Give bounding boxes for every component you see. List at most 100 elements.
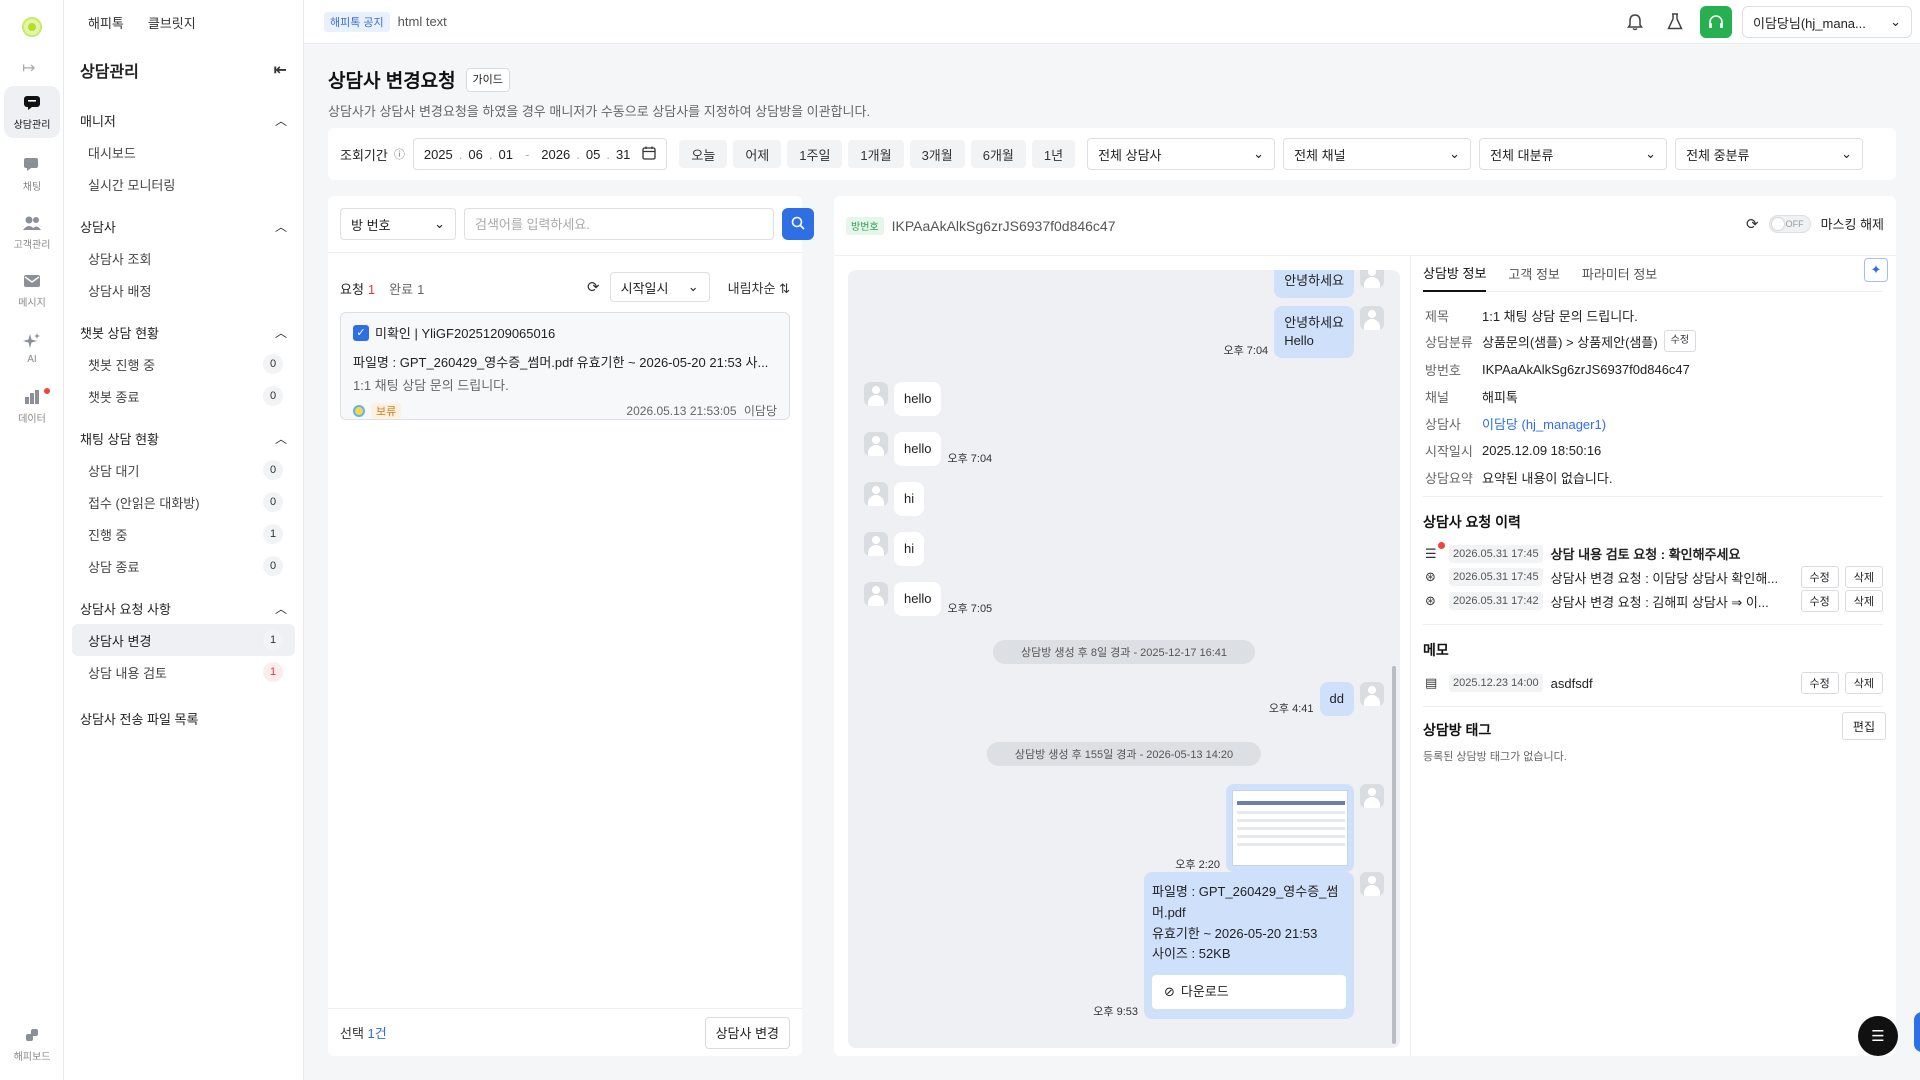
sidebar-item-dashboard[interactable]: 대시보드 xyxy=(72,136,295,168)
guide-button[interactable]: 가이드 xyxy=(465,67,510,92)
flask-icon[interactable] xyxy=(1660,7,1690,37)
tab-label: 완료 xyxy=(389,281,414,297)
rail-item-consult[interactable]: 상담관리 xyxy=(4,86,60,138)
sidebar-item-waiting[interactable]: 상담 대기 0 xyxy=(72,454,295,486)
tab-parameter-info[interactable]: 파라미터 정보 xyxy=(1582,256,1657,292)
sidebar-item-chatbot-active[interactable]: 챗봇 진행 중 0 xyxy=(72,348,295,380)
group-header-requests[interactable]: 상담사 요청 사항 ︿ xyxy=(72,592,295,624)
period-yesterday-button[interactable]: 어제 xyxy=(733,140,782,168)
delete-button[interactable]: 삭제 xyxy=(1844,590,1883,612)
period-1month-button[interactable]: 1개월 xyxy=(848,140,904,168)
top-link-bridge[interactable]: 클브릿지 xyxy=(148,13,196,32)
sidebar-item-chatbot-ended[interactable]: 챗봇 종료 0 xyxy=(72,380,295,412)
ai-sparkle-button[interactable]: ✦ xyxy=(1864,258,1888,282)
rail-item-chat[interactable]: 채팅 xyxy=(4,148,60,200)
sidebar-item-agent-assign[interactable]: 상담사 배정 xyxy=(72,274,295,306)
chat-area[interactable]: 안녕하세요 오후 7:04 안녕하세요 Hello hello hello 오후 7… xyxy=(848,270,1400,1048)
rail-item-customers[interactable]: 고객관리 xyxy=(4,206,60,258)
period-6month-button[interactable]: 6개월 xyxy=(970,140,1026,168)
category-major-select[interactable]: 전체 대분류 ⌄ xyxy=(1479,138,1668,170)
chevron-down-icon: ⌄ xyxy=(687,279,699,294)
notice-tag[interactable]: 해피톡 공지 xyxy=(324,11,390,32)
field-key: 상담사 xyxy=(1425,417,1461,432)
sidebar-item-monitoring[interactable]: 실시간 모니터링 xyxy=(72,168,295,200)
list-search: 방 번호 ⌄ xyxy=(340,208,814,240)
date-from-month[interactable]: 06 xyxy=(468,147,482,162)
download-button[interactable]: ⊘ 다운로드 xyxy=(1152,975,1346,1010)
headset-icon[interactable] xyxy=(1700,6,1732,38)
card-checkbox[interactable]: ✓ xyxy=(353,324,369,341)
sidebar-item-content-review[interactable]: 상담 내용 검토 1 xyxy=(72,656,295,688)
date-range-picker[interactable]: 2025. 06. 01 - 2026. 05. 31 xyxy=(412,138,668,170)
refresh-icon[interactable]: ⟳ xyxy=(587,278,600,296)
top-link-happytalk[interactable]: 해피톡 xyxy=(88,13,124,32)
sidebar-item-agent-search[interactable]: 상담사 조회 xyxy=(72,242,295,274)
chevron-down-icon: ⌄ xyxy=(434,216,445,231)
date-to-year[interactable]: 2026 xyxy=(541,147,570,162)
rail-item-ai[interactable]: AI xyxy=(4,322,60,374)
edit-tags-button[interactable]: 편집 xyxy=(1841,712,1886,740)
rail-item-happyboard[interactable]: 해피보드 xyxy=(4,1018,60,1070)
group-header-chat-status[interactable]: 채팅 상담 현황 ︿ xyxy=(72,422,295,454)
edit-category-button[interactable]: 수정 xyxy=(1663,330,1697,352)
expand-icon[interactable]: ↦ xyxy=(22,58,35,78)
info-icon[interactable]: ⓘ xyxy=(394,146,405,162)
sidebar-item-ended[interactable]: 상담 종료 0 xyxy=(72,550,295,582)
search-type-select[interactable]: 방 번호 ⌄ xyxy=(340,208,456,240)
user-dropdown[interactable]: 이담당님(hj_mana... ⌄ xyxy=(1742,6,1912,38)
link-icon: ⊘ xyxy=(1164,984,1175,1000)
change-agent-button[interactable]: 상담사 변경 xyxy=(704,1016,790,1049)
date-to-month[interactable]: 05 xyxy=(586,147,600,162)
collapse-sidebar-icon[interactable]: ⇤ xyxy=(274,60,287,80)
sidebar-item-file-list[interactable]: 상담사 전송 파일 목록 xyxy=(64,702,303,734)
group-header-agent[interactable]: 상담사 ︿ xyxy=(72,210,295,242)
channel-select[interactable]: 전체 채널 ⌄ xyxy=(1283,138,1472,170)
tab-request[interactable]: 요청 1 xyxy=(340,279,375,298)
agent-link[interactable]: 이담당 (hj_manager1) xyxy=(1482,414,1606,433)
date-from-day[interactable]: 01 xyxy=(498,147,512,162)
period-today-button[interactable]: 오늘 xyxy=(679,140,728,168)
logo-icon[interactable] xyxy=(22,17,42,37)
sidebar-item-agent-change[interactable]: 상담사 변경 1 xyxy=(72,624,295,656)
image-thumbnail[interactable] xyxy=(1232,790,1348,866)
category-middle-select[interactable]: 전체 중분류 ⌄ xyxy=(1675,138,1864,170)
delete-memo-button[interactable]: 삭제 xyxy=(1844,672,1883,694)
chat-bubble-icon xyxy=(22,94,42,112)
calendar-icon[interactable] xyxy=(642,146,657,163)
floating-menu-button[interactable]: ☰ xyxy=(1858,1016,1898,1056)
period-1year-button[interactable]: 1년 xyxy=(1031,140,1076,168)
search-input[interactable] xyxy=(464,208,774,240)
date-from-year[interactable]: 2025 xyxy=(424,147,453,162)
period-3month-button[interactable]: 3개월 xyxy=(909,140,965,168)
side-drawer-handle[interactable] xyxy=(1914,1012,1920,1052)
request-card[interactable]: ✓ 미확인 | YliGF20251209065016 파일명 : GPT_260… xyxy=(340,312,790,420)
sidebar-item-in-progress[interactable]: 진행 중 1 xyxy=(72,518,295,550)
sort-field-select[interactable]: 시작일시 ⌄ xyxy=(609,272,710,302)
sidebar-item-received[interactable]: 접수 (안읽은 대화방) 0 xyxy=(72,486,295,518)
agent-select[interactable]: 전체 상담사 ⌄ xyxy=(1087,138,1276,170)
notice-text[interactable]: html text xyxy=(398,14,447,29)
edit-button[interactable]: 수정 xyxy=(1800,590,1839,612)
group-header-chatbot[interactable]: 챗봇 상담 현황 ︿ xyxy=(72,316,295,348)
search-button[interactable] xyxy=(782,208,814,240)
date-to-day[interactable]: 31 xyxy=(616,147,630,162)
history-text[interactable]: 상담 내용 검토 요청 : 확인해주세요 xyxy=(1551,544,1883,563)
rail-item-message[interactable]: 메시지 xyxy=(4,264,60,316)
tab-room-info[interactable]: 상담방 정보 xyxy=(1423,256,1487,292)
rail-item-data[interactable]: 데이터 xyxy=(4,380,60,432)
chat-scrollbar[interactable] xyxy=(1392,666,1396,1044)
period-week-button[interactable]: 1주일 xyxy=(787,140,843,168)
masking-toggle[interactable]: OFF xyxy=(1768,214,1811,233)
history-text[interactable]: 상담사 변경 요청 : 김해피 상담사 ⇒ 이... xyxy=(1551,592,1795,611)
edit-memo-button[interactable]: 수정 xyxy=(1800,672,1839,694)
group-header-manager[interactable]: 매니저 ︿ xyxy=(72,104,295,136)
delete-button[interactable]: 삭제 xyxy=(1844,566,1883,588)
edit-button[interactable]: 수정 xyxy=(1800,566,1839,588)
tab-done[interactable]: 완료 1 xyxy=(389,279,424,298)
history-text[interactable]: 상담사 변경 요청 : 이담당 상담사 확인해... xyxy=(1551,568,1795,587)
unmask-label[interactable]: 마스킹 해제 xyxy=(1821,214,1884,233)
tab-customer-info[interactable]: 고객 정보 xyxy=(1508,256,1559,292)
bell-icon[interactable] xyxy=(1620,7,1650,37)
sort-order-toggle[interactable]: 내림차순 ⇅ xyxy=(728,278,790,297)
refresh-icon[interactable]: ⟳ xyxy=(1746,215,1759,233)
